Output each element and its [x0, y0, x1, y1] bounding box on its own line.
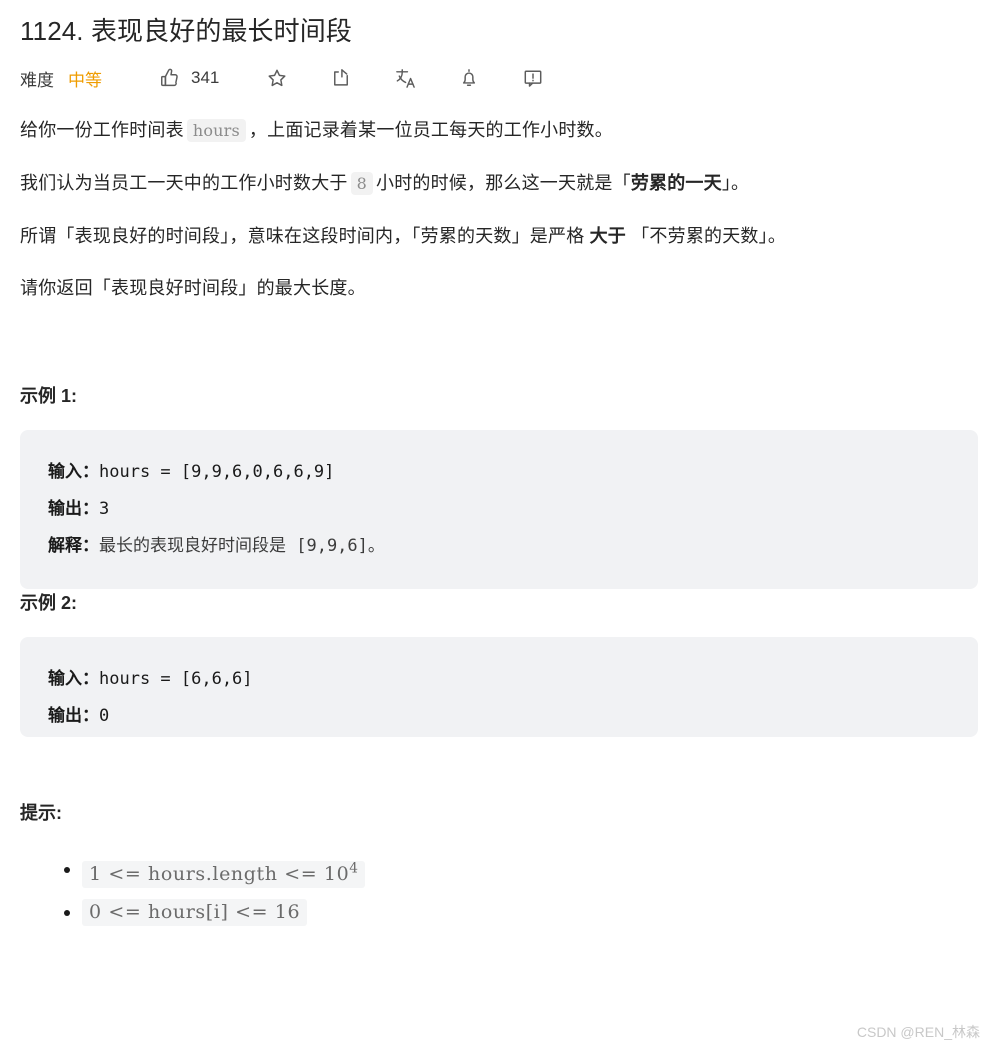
- constraint-expression-1: 1 <= hours.length <= 104: [82, 861, 365, 889]
- thumbs-up-icon: [158, 66, 182, 90]
- example-1-explain-label: 解释：: [48, 536, 99, 556]
- example-2-code-block: 输入：hours = [6,6,6] 输出：0: [20, 637, 978, 737]
- problem-meta-bar: 难度 中等 341: [20, 56, 978, 100]
- inline-code-hours: hours: [186, 119, 246, 142]
- example-1-output-value: 3: [99, 499, 110, 519]
- desc-p1-text-before: 给你一份工作时间表: [20, 120, 184, 140]
- example-1-input-label: 输入：: [48, 462, 99, 482]
- favorite-button[interactable]: [265, 66, 289, 90]
- star-icon: [265, 66, 289, 90]
- constraints-list: 1 <= hours.length <= 104 0 <= hours[i] <…: [20, 851, 978, 932]
- like-button[interactable]: 341: [158, 66, 219, 90]
- page-title: 1124. 表现良好的最长时间段: [20, 16, 352, 46]
- share-button[interactable]: [329, 66, 353, 90]
- desc-p3-bold: 大于: [589, 226, 627, 246]
- example-1-input-value: hours = [9,9,6,0,6,6,9]: [99, 462, 335, 482]
- inline-code-eight: 8: [350, 172, 373, 195]
- constraint-2-main: 0 <= hours[i] <= 16: [89, 901, 301, 924]
- example-1-output-label: 输出：: [48, 499, 99, 519]
- list-item: 1 <= hours.length <= 104: [64, 851, 978, 894]
- example-2-input-value: hours = [6,6,6]: [99, 669, 253, 689]
- difficulty-label: 难度: [20, 70, 54, 90]
- list-item: 0 <= hours[i] <= 16: [64, 894, 978, 932]
- constraint-1-exponent: 4: [349, 861, 358, 877]
- description-paragraph-3: 所谓「表现良好的时间段」，意味在这段时间内，「劳累的天数」是严格 大于 「不劳累…: [20, 220, 978, 252]
- description-paragraph-4: 请你返回「表现良好时间段」的最大长度。: [20, 278, 366, 298]
- difficulty-badge[interactable]: 中等: [68, 66, 102, 91]
- description-paragraph-1: 给你一份工作时间表 hours ，上面记录着某一位员工每天的工作小时数。: [20, 114, 978, 147]
- desc-p2-text-before: 我们认为当员工一天中的工作小时数大于: [20, 173, 348, 193]
- feedback-button[interactable]: [521, 66, 545, 90]
- bell-icon: [457, 66, 481, 90]
- constraints-heading: 提示:: [20, 803, 62, 823]
- constraint-1-main: 1 <= hours.length <= 10: [89, 863, 350, 886]
- like-count: 341: [191, 68, 220, 87]
- notification-button[interactable]: [457, 66, 481, 90]
- problem-description: 给你一份工作时间表 hours ，上面记录着某一位员工每天的工作小时数。 我们认为当…: [20, 114, 978, 932]
- example-1-explain-value: 最长的表现良好时间段是 [9,9,6]。: [99, 536, 385, 556]
- example-2-input-label: 输入：: [48, 669, 99, 689]
- desc-p2-bold: 劳累的一天: [630, 173, 722, 193]
- translate-icon: [393, 66, 417, 90]
- problem-page: 1124. 表现良好的最长时间段 难度 中等 341 给你一份工作时间表 hou…: [0, 0, 998, 1052]
- desc-p2-text-after: 」。: [721, 173, 750, 193]
- constraint-expression-2: 0 <= hours[i] <= 16: [82, 899, 308, 927]
- description-paragraph-2: 我们认为当员工一天中的工作小时数大于 8 小时的时候，那么这一天就是「劳累的一天」。: [20, 167, 978, 200]
- example-2-output-label: 输出：: [48, 706, 99, 726]
- feedback-icon: [521, 66, 545, 90]
- desc-p2-text-mid: 小时的时候，那么这一天就是「: [376, 173, 631, 193]
- desc-p1-text-after: ，上面记录着某一位员工每天的工作小时数。: [248, 120, 613, 140]
- example-2-heading: 示例 2:: [20, 593, 78, 613]
- desc-p3-text-before: 所谓「表现良好的时间段」，意味在这段时间内，「劳累的天数」是严格: [20, 226, 590, 246]
- desc-p3-text-after: 「不劳累的天数」。: [626, 226, 787, 246]
- share-icon: [329, 66, 353, 90]
- csdn-watermark: CSDN @REN_林森: [856, 1024, 980, 1040]
- example-2-output-value: 0: [99, 706, 110, 726]
- translate-button[interactable]: [393, 66, 417, 90]
- example-1-code-block: 输入：hours = [9,9,6,0,6,6,9] 输出：3 解释：最长的表现…: [20, 430, 978, 589]
- example-1-heading: 示例 1:: [20, 386, 78, 406]
